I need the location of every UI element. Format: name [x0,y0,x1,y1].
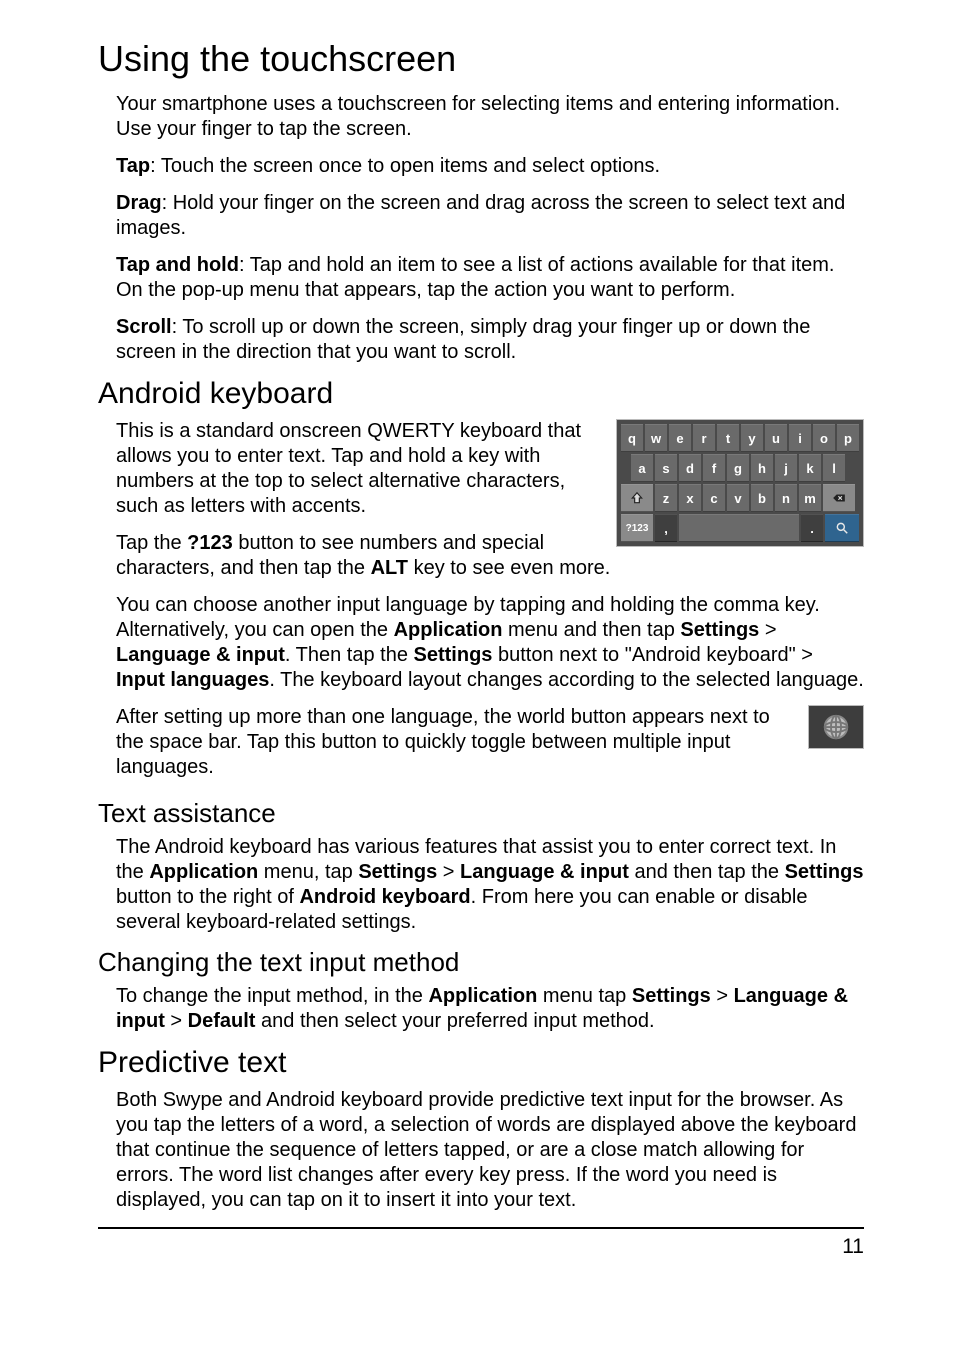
kb-p2c: key to see even more. [408,557,610,579]
key-p: p [837,424,859,452]
shift-icon [621,484,653,512]
footer-divider [98,1227,864,1229]
kb-p3-lang: Language & input [116,644,285,666]
kb-p2-btn: ?123 [187,532,233,554]
cm-p1e: and then select your preferred input met… [255,1010,654,1032]
kb-p3-inputlang: Input languages [116,669,269,691]
kb-p3d: . Then tap the [285,644,414,666]
text-assistance-heading: Text assistance [98,798,864,829]
key-numbers: ?123 [621,514,653,542]
key-z: z [655,484,677,512]
android-keyboard-section: q w e r t y u i o p a s d f g h j k l [98,419,864,593]
key-t: t [717,424,739,452]
key-g: g [727,454,749,482]
key-l: l [823,454,845,482]
key-c: c [703,484,725,512]
kb-p3-settings: Settings [680,619,759,641]
key-i: i [789,424,811,452]
key-k: k [799,454,821,482]
key-w: w [645,424,667,452]
key-space [679,514,799,542]
ta-paragraph: The Android keyboard has various feature… [98,835,864,935]
cm-def: Default [188,1010,256,1032]
key-h: h [751,454,773,482]
scroll-label: Scroll [116,316,172,338]
key-f: f [703,454,725,482]
intro-paragraph: Your smartphone uses a touchscreen for s… [98,92,864,142]
pt-paragraph: Both Swype and Android keyboard provide … [98,1088,864,1213]
kb-globe-section: After setting up more than one language,… [98,705,864,792]
key-x: x [679,484,701,512]
cm-settings: Settings [632,985,711,1007]
key-u: u [765,424,787,452]
key-b: b [751,484,773,512]
search-icon [825,514,859,542]
ta-akbd: Android keyboard [299,886,470,908]
key-n: n [775,484,797,512]
key-comma: , [655,514,677,542]
predictive-text-heading: Predictive text [98,1046,864,1080]
ta-p1c: > [437,861,460,883]
ta-p1b: menu, tap [258,861,358,883]
kb-p3-app: Application [394,619,503,641]
scroll-paragraph: Scroll: To scroll up or down the screen,… [98,315,864,365]
changing-method-heading: Changing the text input method [98,947,864,978]
ta-p1e: button to the right of [116,886,299,908]
cm-paragraph: To change the input method, in the Appli… [98,984,864,1034]
kb-p3-settings2: Settings [414,644,493,666]
scroll-text: : To scroll up or down the screen, simpl… [116,316,810,363]
key-a: a [631,454,653,482]
cm-p1d: > [165,1010,188,1032]
key-j: j [775,454,797,482]
keyboard-row-4: ?123 , . [621,514,859,542]
keyboard-row-3: z x c v b n m [621,484,859,512]
key-q: q [621,424,643,452]
taphold-label: Tap and hold [116,254,239,276]
cm-p1c: > [711,985,734,1007]
keyboard-figure: q w e r t y u i o p a s d f g h j k l [616,419,864,547]
cm-app: Application [428,985,537,1007]
ta-p1d: and then tap the [629,861,785,883]
kb-p2a: Tap the [116,532,187,554]
cm-p1a: To change the input method, in the [116,985,428,1007]
key-r: r [693,424,715,452]
key-s: s [655,454,677,482]
key-period: . [801,514,823,542]
kb-p3b: menu and then tap [502,619,680,641]
taphold-paragraph: Tap and hold: Tap and hold an item to se… [98,253,864,303]
page-footer: 11 [98,1235,864,1279]
globe-icon [808,705,864,749]
kb-p2-alt: ALT [371,557,408,579]
ta-settings: Settings [358,861,437,883]
drag-text: : Hold your finger on the screen and dra… [116,192,845,239]
kb-p3e: button next to "Android keyboard" > [492,644,813,666]
page-number: 11 [842,1235,864,1259]
ta-lang: Language & input [460,861,629,883]
kb-paragraph-3: You can choose another input language by… [98,593,864,693]
key-o: o [813,424,835,452]
page-title: Using the touchscreen [98,38,864,80]
android-keyboard-heading: Android keyboard [98,377,864,411]
kb-p3f: . The keyboard layout changes according … [269,669,863,691]
key-e: e [669,424,691,452]
ta-app: Application [149,861,258,883]
keyboard-row-2: a s d f g h j k l [621,454,859,482]
manual-page: Using the touchscreen Your smartphone us… [0,0,954,1352]
backspace-icon [823,484,855,512]
tap-paragraph: Tap: Touch the screen once to open items… [98,154,864,179]
tap-text: : Touch the screen once to open items an… [150,155,660,177]
kb-paragraph-4: After setting up more than one language,… [98,705,864,780]
tap-label: Tap [116,155,150,177]
drag-label: Drag [116,192,162,214]
key-v: v [727,484,749,512]
key-d: d [679,454,701,482]
drag-paragraph: Drag: Hold your finger on the screen and… [98,191,864,241]
cm-p1b: menu tap [537,985,632,1007]
key-y: y [741,424,763,452]
kb-p3c: > [759,619,776,641]
key-m: m [799,484,821,512]
ta-settings2: Settings [785,861,864,883]
keyboard-row-1: q w e r t y u i o p [621,424,859,452]
